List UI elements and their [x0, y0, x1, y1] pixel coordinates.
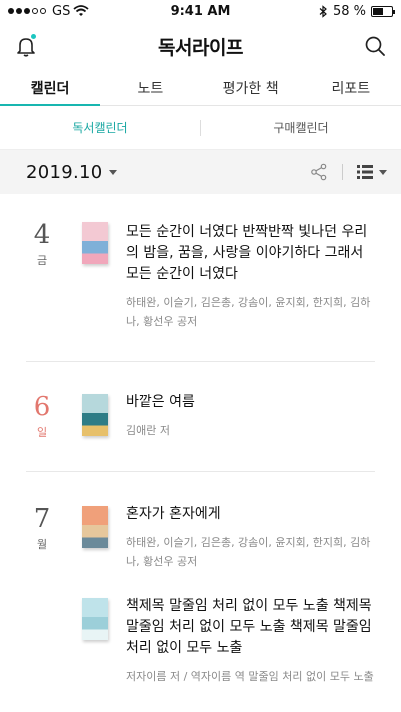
book-authors: 저자이름 저 / 역자이름 역 말줄임 처리 없이 모두 노출	[126, 670, 374, 683]
subtab-purchase-calendar[interactable]: 구매캘린더	[201, 119, 401, 136]
carrier-name: GS	[52, 3, 71, 19]
tab-rated-books[interactable]: 평가한 책	[201, 70, 301, 105]
subtab-reading-calendar[interactable]: 독서캘린더	[0, 119, 200, 136]
wifi-icon	[73, 5, 89, 16]
chevron-down-icon	[108, 169, 117, 175]
book-authors: 하태완, 이슬기, 김은총, 강솜이, 윤지회, 한지희, 김하나, 황선우 공…	[126, 296, 371, 328]
signal-strength-icon	[8, 8, 46, 14]
book-cover[interactable]	[82, 394, 108, 436]
battery-percent: 58 %	[332, 3, 366, 19]
book-authors: 김애란 저	[126, 424, 170, 437]
view-mode-button[interactable]	[357, 165, 387, 179]
bluetooth-icon	[319, 4, 327, 18]
book-entry[interactable]: 책제목 말줄임 처리 없이 모두 노출 책제목 말줄임 처리 없이 모두 노출 …	[26, 596, 375, 686]
book-cover[interactable]	[82, 598, 108, 640]
book-title[interactable]: 모든 순간이 너였다 반짝반짝 빛나던 우리의 밤을, 꿈을, 사랑을 이야기하…	[126, 222, 375, 285]
status-right: 58 %	[319, 3, 395, 19]
status-bar: GS 9:41 AM 58 %	[0, 0, 401, 22]
month-toolbar: 2019.10	[0, 150, 401, 194]
book-title[interactable]: 혼자가 혼자에게	[126, 504, 375, 525]
page-title: 독서라이프	[158, 36, 243, 59]
share-button[interactable]	[310, 163, 328, 181]
book-title[interactable]: 바깥은 여름	[126, 392, 375, 413]
tab-calendar[interactable]: 캘린더	[0, 70, 101, 106]
tab-notes[interactable]: 노트	[100, 70, 200, 105]
book-authors: 하태완, 이슬기, 김은총, 강솜이, 윤지회, 한지희, 김하나, 황선우 공…	[126, 536, 371, 568]
month-label: 2019.10	[26, 161, 103, 183]
notification-button[interactable]	[14, 34, 38, 58]
book-entry[interactable]: 바깥은 여름김애란 저	[26, 392, 375, 440]
day-group: 6 일 바깥은 여름 김애란 저	[26, 362, 375, 472]
day-group: 4 금 모든 순간이 너였다 반짝반짝 빛나던 우리의 밤을, 꿈을, 사랑을 이야…	[26, 194, 375, 362]
notification-badge	[31, 34, 36, 39]
battery-icon	[371, 5, 395, 17]
tab-report[interactable]: 리포트	[301, 70, 401, 105]
book-entry[interactable]: 혼자가 혼자에게하태완, 이슬기, 김은총, 강솜이, 윤지회, 한지희, 김하…	[26, 504, 375, 571]
chevron-down-icon	[379, 169, 387, 175]
book-cover[interactable]	[82, 222, 108, 264]
book-cover[interactable]	[82, 506, 108, 548]
toolbar-divider	[342, 164, 343, 180]
month-selector[interactable]: 2019.10	[26, 162, 117, 183]
day-group: 7 월 혼자가 혼자에게 하태완, 이슬기, 김은총, 강솜이, 윤지회, 한지희, …	[26, 472, 375, 706]
carrier-info: GS	[8, 4, 89, 19]
sub-tabs: 독서캘린더 구매캘린더	[0, 106, 401, 150]
search-icon	[365, 36, 385, 56]
share-icon	[311, 163, 327, 181]
list-view-icon	[357, 165, 373, 179]
book-entry[interactable]: 모든 순간이 너였다 반짝반짝 빛나던 우리의 밤을, 꿈을, 사랑을 이야기하…	[26, 222, 375, 331]
main-tabs: 캘린더 노트 평가한 책 리포트	[0, 70, 401, 106]
app-header: 독서라이프	[0, 22, 401, 70]
reading-feed: 4 금 모든 순간이 너였다 반짝반짝 빛나던 우리의 밤을, 꿈을, 사랑을 이야…	[0, 194, 401, 706]
search-button[interactable]	[363, 34, 387, 58]
book-title[interactable]: 책제목 말줄임 처리 없이 모두 노출 책제목 말줄임 처리 없이 모두 노출 …	[126, 596, 375, 659]
